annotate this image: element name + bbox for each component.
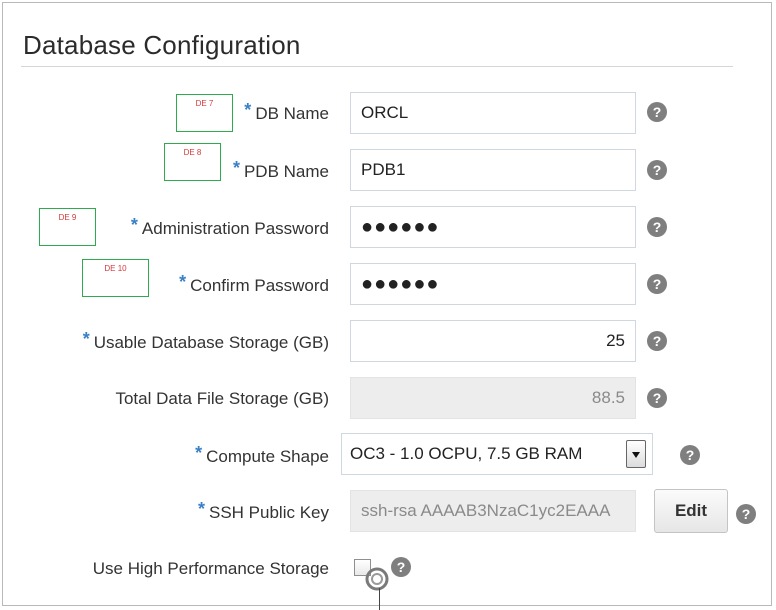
ssh-key-label: * SSH Public Key bbox=[197, 499, 329, 523]
select-value: OC3 - 1.0 OCPU, 7.5 GB RAM bbox=[350, 444, 583, 463]
usable-storage-label: * Usable Database Storage (GB) bbox=[82, 329, 329, 353]
total-storage-label: Total Data File Storage (GB) bbox=[115, 389, 329, 408]
help-icon[interactable]: ? bbox=[647, 102, 667, 122]
total-storage-value: 88.5 bbox=[350, 377, 636, 419]
high-performance-label: Use High Performance Storage bbox=[92, 559, 329, 578]
required-marker: * bbox=[232, 158, 240, 178]
usable-storage-input[interactable]: 25 bbox=[350, 320, 636, 362]
ssh-key-input[interactable]: ssh-rsa AAAAB3NzaC1yc2EAAA bbox=[350, 490, 636, 532]
required-marker: * bbox=[197, 499, 205, 519]
chevron-down-icon[interactable] bbox=[626, 440, 646, 468]
label-text: Confirm Password bbox=[190, 276, 329, 295]
required-marker: * bbox=[130, 215, 138, 235]
help-icon[interactable]: ? bbox=[736, 504, 756, 524]
required-marker: * bbox=[82, 329, 90, 349]
label-text: PDB Name bbox=[243, 162, 329, 181]
label-text: Compute Shape bbox=[206, 447, 329, 466]
marker-box: DE 9 bbox=[39, 208, 96, 246]
help-icon[interactable]: ? bbox=[647, 331, 667, 351]
page-title: Database Configuration bbox=[23, 30, 301, 60]
db-name-label: * DB Name bbox=[244, 100, 329, 124]
help-icon[interactable]: ? bbox=[647, 274, 667, 294]
admin-password-label: * Administration Password bbox=[130, 215, 329, 239]
compute-shape-label: * Compute Shape bbox=[195, 443, 329, 467]
compute-shape-select[interactable]: OC3 - 1.0 OCPU, 7.5 GB RAM bbox=[341, 433, 653, 475]
marker-box: DE 10 bbox=[82, 259, 149, 297]
required-marker: * bbox=[195, 443, 203, 463]
help-icon[interactable]: ? bbox=[391, 557, 411, 577]
label-text: Administration Password bbox=[141, 219, 329, 238]
edit-button[interactable]: Edit bbox=[654, 489, 728, 533]
label-text: DB Name bbox=[255, 104, 329, 123]
db-name-input[interactable]: ORCL bbox=[350, 92, 636, 134]
pdb-name-label: * PDB Name bbox=[232, 158, 329, 182]
pdb-name-input[interactable]: PDB1 bbox=[350, 149, 636, 191]
title-divider bbox=[21, 66, 733, 67]
click-cursor-icon bbox=[365, 567, 389, 591]
database-configuration-panel: Database Configuration DE 7 DE 8 DE 9 DE… bbox=[2, 2, 772, 606]
marker-box: DE 8 bbox=[164, 143, 221, 181]
label-text: SSH Public Key bbox=[209, 503, 329, 522]
admin-password-input[interactable]: ●●●●●● bbox=[350, 206, 636, 248]
required-marker: * bbox=[244, 100, 252, 120]
required-marker: * bbox=[179, 272, 187, 292]
label-text: Usable Database Storage (GB) bbox=[93, 333, 329, 352]
help-icon[interactable]: ? bbox=[680, 445, 700, 465]
help-icon[interactable]: ? bbox=[647, 217, 667, 237]
marker-box: DE 7 bbox=[176, 94, 233, 132]
help-icon[interactable]: ? bbox=[647, 160, 667, 180]
confirm-password-input[interactable]: ●●●●●● bbox=[350, 263, 636, 305]
cursor-tail bbox=[379, 588, 380, 610]
confirm-password-label: * Confirm Password bbox=[179, 272, 329, 296]
help-icon[interactable]: ? bbox=[647, 388, 667, 408]
